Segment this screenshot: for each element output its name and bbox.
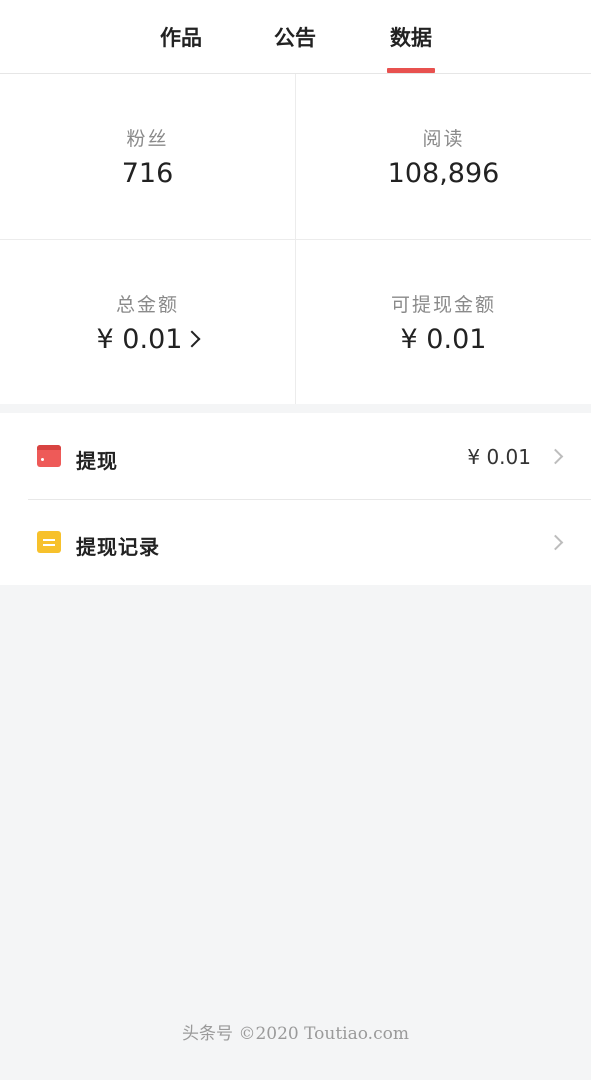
- stat-total-amount[interactable]: 总金额 ¥ 0.01: [0, 240, 295, 405]
- stat-total-amount-label: 总金额: [115, 294, 179, 316]
- chevron-right-icon: [547, 534, 564, 551]
- footer-copyright: 头条号 ©2020 Toutiao.com: [182, 1024, 409, 1044]
- stat-withdrawable-amount-value: ¥ 0.01: [400, 324, 487, 355]
- stat-withdrawable-amount: 可提现金额 ¥ 0.01: [296, 240, 591, 405]
- active-tab-indicator: [387, 68, 435, 73]
- stat-followers-value: 716: [121, 158, 174, 189]
- list-item-withdraw-label: 提现: [76, 449, 118, 473]
- tab-data[interactable]: 数据: [378, 22, 444, 56]
- stat-total-amount-value: ¥ 0.01: [96, 324, 183, 355]
- stat-withdrawable-amount-label: 可提现金额: [390, 294, 496, 316]
- chevron-right-icon: [547, 448, 564, 465]
- stat-reads: 阅读 108,896: [296, 74, 591, 239]
- list-item-withdraw-records[interactable]: 提现记录: [0, 499, 591, 585]
- stat-reads-value: 108,896: [387, 158, 500, 189]
- tab-announcements[interactable]: 公告: [262, 22, 328, 56]
- list-item-withdraw-value: ¥ 0.01: [467, 445, 531, 469]
- wallet-icon: [37, 445, 61, 467]
- withdraw-list: 提现 ¥ 0.01 提现记录: [0, 413, 591, 585]
- stat-reads-label: 阅读: [422, 128, 465, 150]
- stat-total-amount-value-wrap: ¥ 0.01: [0, 324, 295, 355]
- list-item-withdraw-records-label: 提现记录: [76, 535, 160, 559]
- stat-followers-label: 粉丝: [126, 128, 169, 150]
- stat-followers: 粉丝 716: [0, 74, 295, 239]
- tab-works[interactable]: 作品: [148, 22, 214, 56]
- stats-grid: 粉丝 716 阅读 108,896 总金额 ¥ 0.01 可提现金额 ¥ 0.0…: [0, 74, 591, 404]
- tab-bar: 作品 公告 数据: [0, 0, 591, 74]
- chevron-right-icon: [183, 330, 201, 347]
- record-icon: [37, 531, 61, 553]
- list-item-withdraw[interactable]: 提现 ¥ 0.01: [0, 413, 591, 500]
